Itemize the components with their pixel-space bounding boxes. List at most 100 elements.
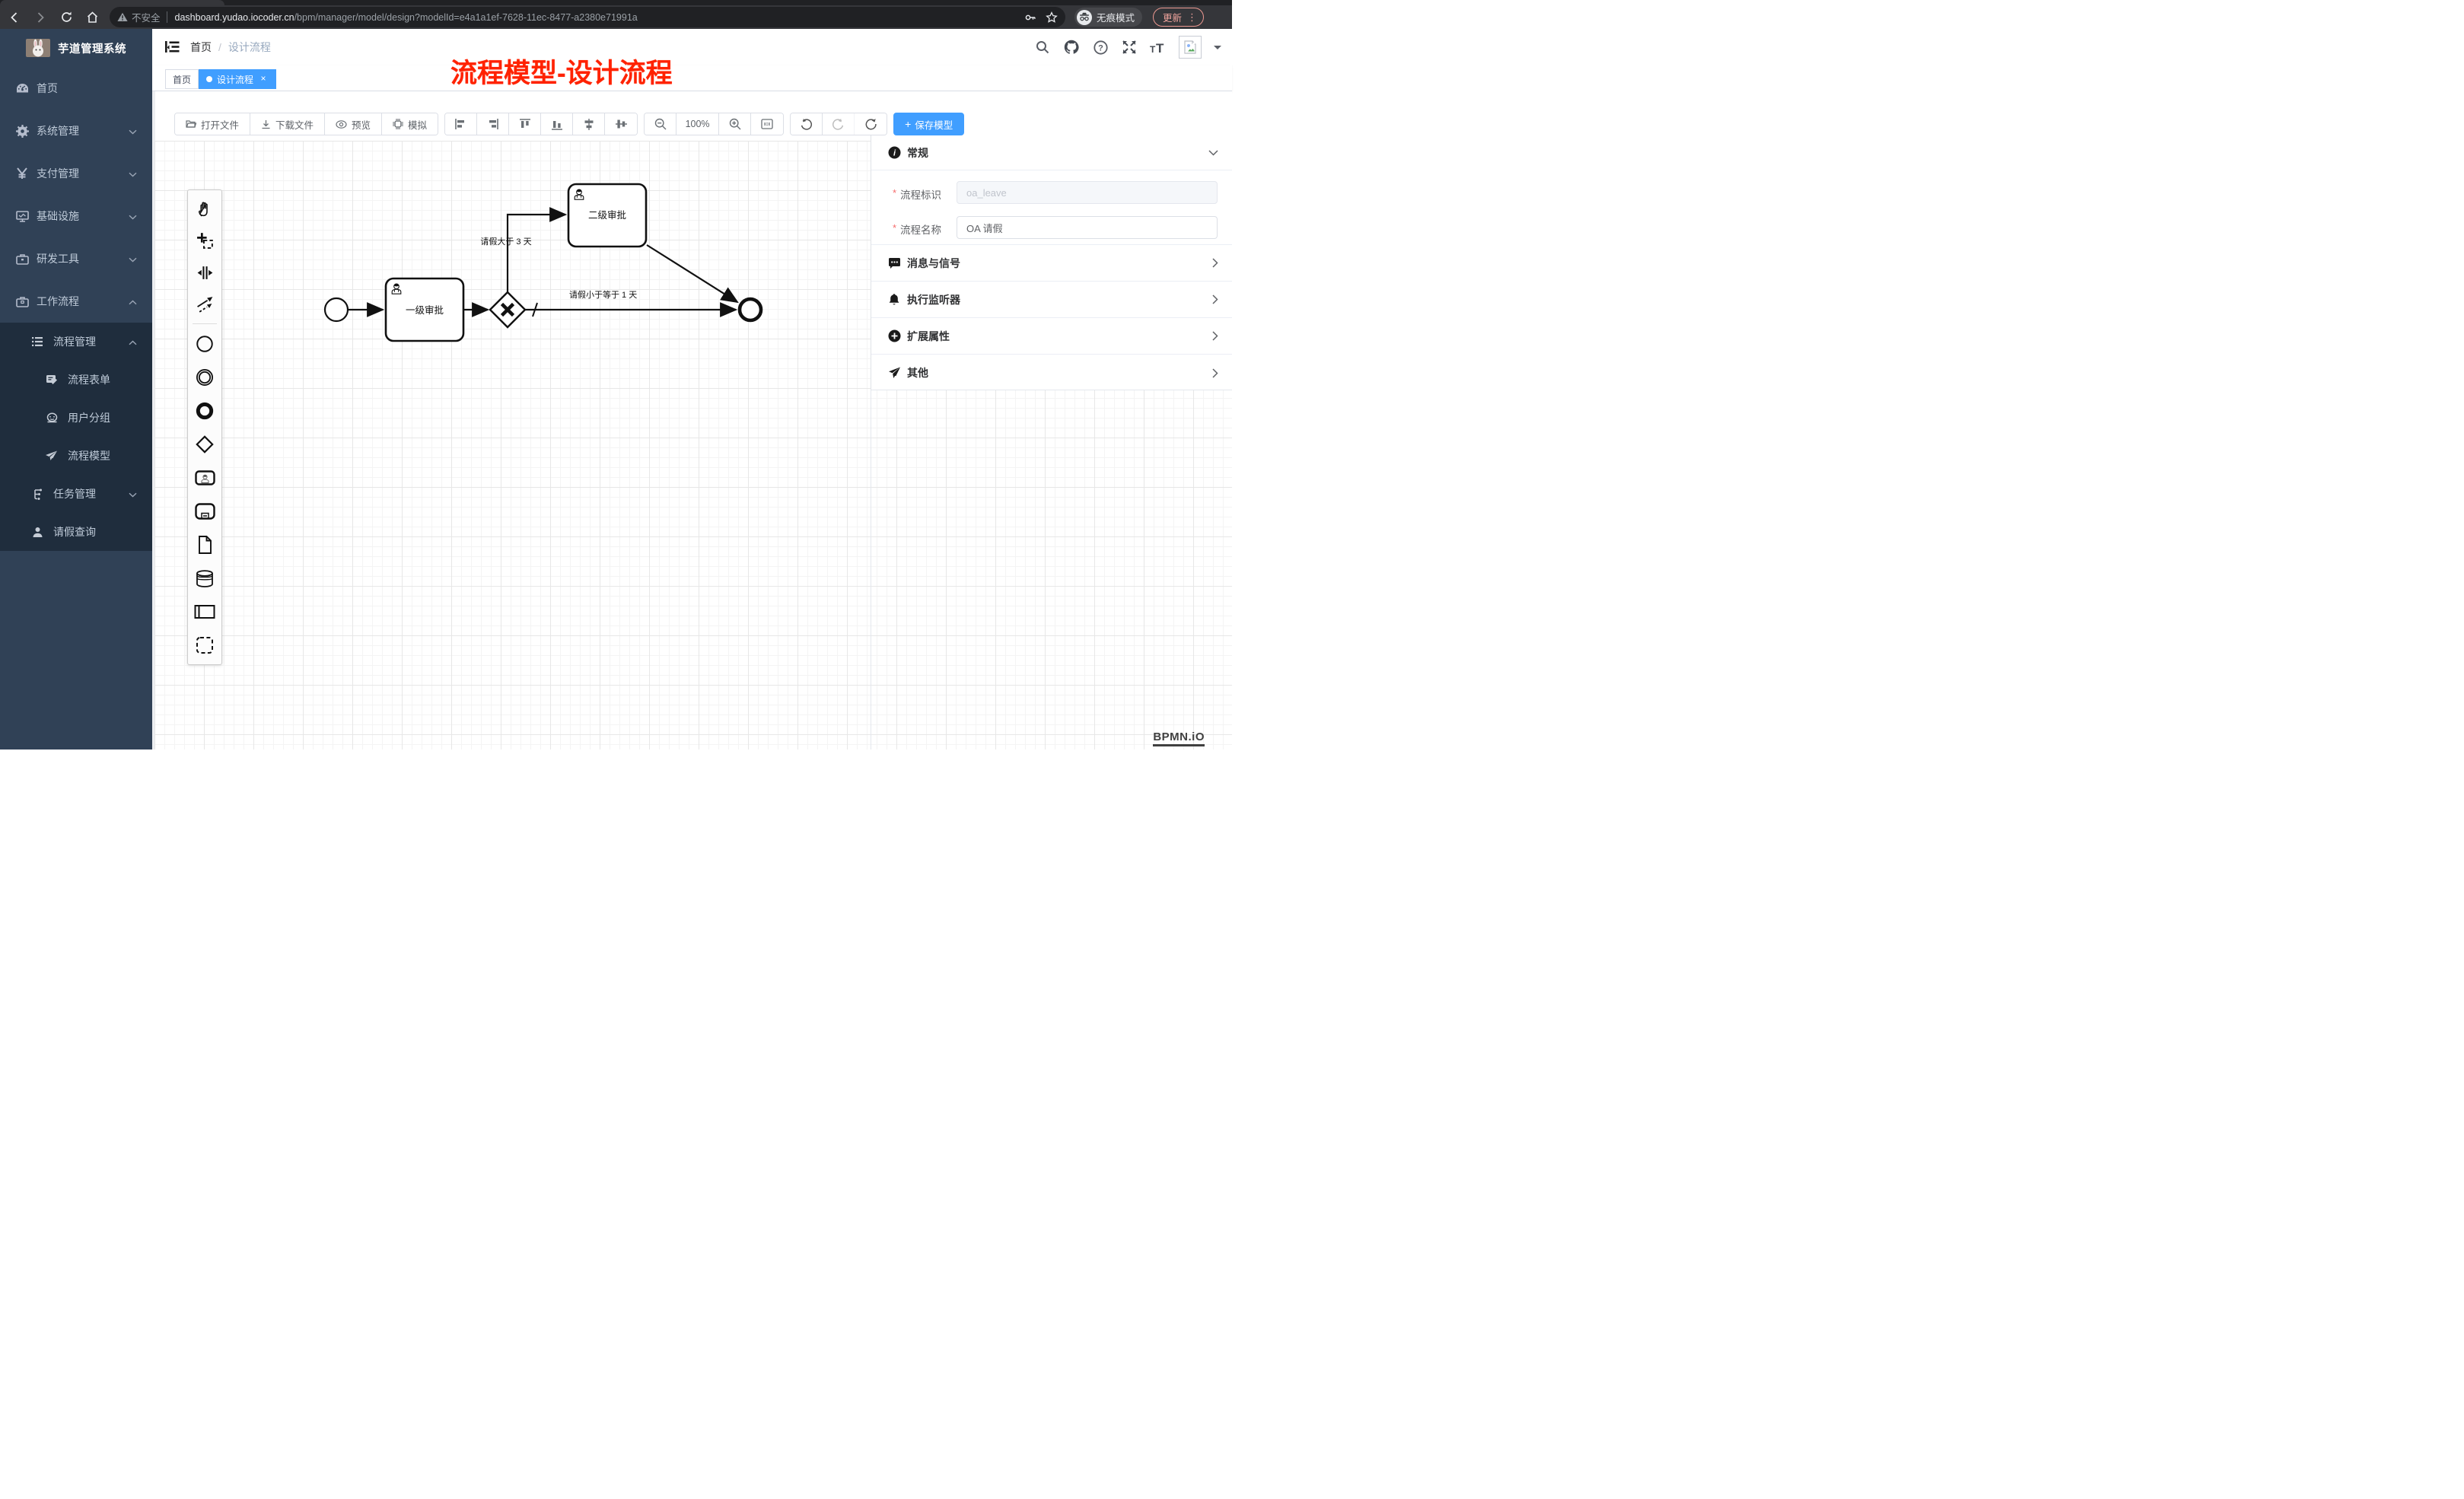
- user-task-level2[interactable]: 二级审批: [568, 184, 646, 247]
- align-top-button[interactable]: [509, 113, 541, 135]
- save-model-button[interactable]: + 保存模型: [893, 113, 964, 135]
- paper-plane-icon: [45, 450, 59, 461]
- sidebar-item-label: 流程管理: [53, 334, 96, 349]
- sidebar-item-home[interactable]: 首页: [0, 67, 152, 110]
- create-participant-pool[interactable]: [188, 595, 221, 629]
- download-file-button[interactable]: 下载文件: [250, 113, 325, 135]
- create-end-event[interactable]: [188, 394, 221, 428]
- simulate-button[interactable]: 模拟: [382, 113, 438, 135]
- browser-menu-icon[interactable]: ⋮: [1187, 11, 1197, 24]
- panel-section-label: 常规: [907, 145, 928, 161]
- properties-panel: i 常规 * 流程标识 * 流程名称: [871, 135, 1232, 390]
- font-size-icon[interactable]: TT: [1150, 39, 1167, 56]
- zoom-reset-button[interactable]: [751, 113, 783, 135]
- sidebar-item-leave-query[interactable]: 请假查询: [0, 513, 152, 551]
- search-icon[interactable]: [1034, 39, 1051, 56]
- global-connect-tool[interactable]: [188, 288, 221, 320]
- app-logo-row[interactable]: 芋道管理系统: [0, 29, 152, 67]
- fullscreen-icon[interactable]: [1121, 39, 1138, 56]
- align-center-horizontal-button[interactable]: [573, 113, 605, 135]
- undo-button[interactable]: [791, 113, 823, 135]
- open-file-button[interactable]: 打开文件: [175, 113, 250, 135]
- create-user-task[interactable]: [188, 461, 221, 495]
- bookmark-star-icon[interactable]: [1046, 11, 1058, 24]
- lasso-tool[interactable]: [188, 224, 221, 256]
- restart-button[interactable]: [855, 113, 887, 135]
- tab-design-process[interactable]: 设计流程 ×: [199, 69, 276, 89]
- sidebar-item-infrastructure[interactable]: 基础设施: [0, 195, 152, 237]
- forward-button[interactable]: [29, 8, 52, 27]
- align-left-button[interactable]: [445, 113, 477, 135]
- bpmn-io-logo[interactable]: BPMN.iO: [1153, 730, 1205, 746]
- folder-open-icon: [186, 119, 196, 129]
- incognito-icon: [1077, 10, 1092, 25]
- github-icon[interactable]: [1063, 39, 1080, 56]
- app-logo: [26, 39, 50, 57]
- download-icon: [261, 119, 271, 129]
- avatar-caret-icon[interactable]: [1214, 46, 1221, 53]
- bpmn-palette: [187, 189, 222, 665]
- user-task-level1[interactable]: 一级审批: [386, 278, 463, 341]
- panel-section-message-signal[interactable]: 消息与信号: [871, 245, 1232, 282]
- sidebar-item-process-management[interactable]: 流程管理: [0, 323, 152, 361]
- exclusive-gateway[interactable]: [490, 292, 525, 327]
- panel-section-label: 执行监听器: [907, 292, 960, 307]
- zoom-in-button[interactable]: [719, 113, 751, 135]
- sidebar-item-task-management[interactable]: 任务管理: [0, 475, 152, 513]
- avatar[interactable]: [1179, 36, 1202, 59]
- url-bar[interactable]: 不安全 dashboard.yudao.iocoder.cn/bpm/manag…: [110, 7, 1065, 27]
- panel-section-extended-attributes[interactable]: 扩展属性: [871, 318, 1232, 355]
- sidebar-item-label: 工作流程: [37, 294, 79, 309]
- edge-label-less-equal[interactable]: 请假小于等于 1 天: [569, 289, 637, 300]
- start-event[interactable]: [325, 298, 348, 321]
- breadcrumb-home[interactable]: 首页: [190, 40, 212, 55]
- end-event[interactable]: [740, 299, 761, 320]
- preview-button[interactable]: 预览: [325, 113, 382, 135]
- browser-active-tab[interactable]: [0, 0, 224, 5]
- browser-tabstrip: [0, 0, 1232, 5]
- breadcrumb-current: 设计流程: [228, 40, 271, 55]
- edge-label-greater[interactable]: 请假大于 3 天: [480, 236, 531, 247]
- create-group[interactable]: [188, 629, 221, 662]
- create-start-event[interactable]: [188, 327, 221, 361]
- hamburger-icon[interactable]: [165, 40, 180, 58]
- tab-close-icon[interactable]: ×: [258, 74, 269, 84]
- sidebar-item-payment[interactable]: 支付管理: [0, 152, 152, 195]
- process-name-input[interactable]: [957, 216, 1218, 239]
- back-button[interactable]: [3, 8, 26, 27]
- sidebar-item-process-model[interactable]: 流程模型: [0, 437, 152, 475]
- flow-task2-to-end: [647, 245, 737, 302]
- browser-toolbar: 不安全 dashboard.yudao.iocoder.cn/bpm/manag…: [0, 5, 1232, 29]
- redo-button[interactable]: [823, 113, 855, 135]
- reload-button[interactable]: [55, 8, 78, 27]
- sidebar-item-devtools[interactable]: 研发工具: [0, 237, 152, 280]
- panel-section-execution-listener[interactable]: 执行监听器: [871, 282, 1232, 318]
- process-key-input[interactable]: [957, 181, 1218, 204]
- panel-section-general[interactable]: i 常规: [871, 135, 1232, 170]
- zoom-level-display[interactable]: 100%: [676, 113, 719, 135]
- sidebar-item-workflow[interactable]: 工作流程: [0, 280, 152, 323]
- monitor-icon: [15, 211, 29, 222]
- toolbox-icon: [15, 253, 29, 265]
- tab-home[interactable]: 首页: [165, 69, 199, 89]
- zoom-out-button[interactable]: [645, 113, 676, 135]
- create-data-store[interactable]: [188, 562, 221, 595]
- browser-chrome: 不安全 dashboard.yudao.iocoder.cn/bpm/manag…: [0, 0, 1232, 29]
- sidebar-item-process-form[interactable]: 流程表单: [0, 361, 152, 399]
- hand-tool[interactable]: [188, 193, 221, 224]
- help-icon[interactable]: ?: [1092, 39, 1109, 56]
- align-center-vertical-button[interactable]: [605, 113, 637, 135]
- sidebar-item-user-group[interactable]: 用户分组: [0, 399, 152, 437]
- space-tool[interactable]: [188, 256, 221, 288]
- align-bottom-button[interactable]: [541, 113, 573, 135]
- create-data-object[interactable]: [188, 528, 221, 562]
- create-intermediate-event[interactable]: [188, 361, 221, 394]
- password-key-icon[interactable]: [1024, 11, 1036, 24]
- create-sub-process[interactable]: [188, 495, 221, 528]
- panel-section-other[interactable]: 其他: [871, 355, 1232, 391]
- align-right-button[interactable]: [477, 113, 509, 135]
- sidebar-item-system[interactable]: 系统管理: [0, 110, 152, 152]
- home-button[interactable]: [81, 8, 103, 27]
- update-button[interactable]: 更新 ⋮: [1153, 8, 1204, 27]
- create-exclusive-gateway[interactable]: [188, 428, 221, 461]
